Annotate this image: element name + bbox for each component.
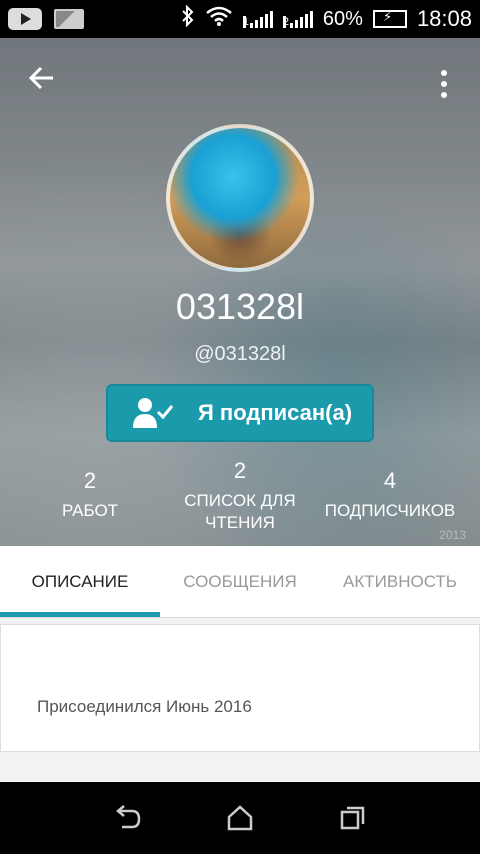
stat-label: РАБОТ [61, 501, 119, 520]
profile-header: 031328l @031328l Я подписан(а) 2 РАБОТ 2… [0, 38, 480, 546]
sim1-label: 1 [242, 16, 250, 28]
profile-tabs: ОПИСАНИЕ СООБЩЕНИЯ АКТИВНОСТЬ [0, 546, 480, 618]
back-button[interactable] [22, 62, 62, 102]
about-card: Присоединился Июнь 2016 [0, 624, 480, 752]
signal-icon: 1 [242, 10, 273, 28]
username-handle: @031328l [194, 343, 286, 365]
arrow-left-icon [28, 66, 53, 90]
battery-charging-icon [372, 9, 407, 28]
nav-home-button[interactable] [218, 796, 262, 840]
stat-followers[interactable]: 4 ПОДПИСЧИКОВ [310, 468, 470, 522]
photo-watermark: 2013 [439, 528, 466, 542]
following-button[interactable]: Я подписан(а) [106, 384, 374, 442]
more-vertical-icon [441, 70, 447, 76]
nav-back-button[interactable] [105, 796, 149, 840]
display-name: 031328l [175, 286, 305, 327]
youtube-icon [8, 8, 42, 30]
tab-description[interactable]: ОПИСАНИЕ [0, 546, 160, 617]
sim2-label: 2 [282, 16, 290, 28]
avatar[interactable] [166, 124, 314, 272]
home-icon [227, 805, 253, 831]
tab-content: Присоединился Июнь 2016 [0, 618, 480, 782]
stat-label: СПИСОК ДЛЯ ЧТЕНИЯ [184, 491, 296, 532]
stat-value: 2 [233, 458, 247, 483]
following-label: Я подписан(а) [198, 400, 353, 425]
tab-activity[interactable]: АКТИВНОСТЬ [320, 546, 480, 617]
back-nav-icon [115, 805, 140, 829]
recent-apps-icon [341, 806, 365, 830]
tab-messages[interactable]: СООБЩЕНИЯ [160, 546, 320, 617]
status-bar: 1 2 60% 18:08 [0, 0, 480, 38]
image-icon [54, 9, 84, 29]
stat-label: ПОДПИСЧИКОВ [324, 501, 456, 520]
clock: 18:08 [416, 6, 472, 31]
wifi-icon [205, 5, 233, 33]
battery-percent: 60% [322, 7, 363, 30]
system-nav-bar [0, 782, 480, 854]
stat-reading-list[interactable]: 2 СПИСОК ДЛЯ ЧТЕНИЯ [160, 458, 320, 534]
nav-recent-button[interactable] [331, 796, 375, 840]
stat-value: 2 [83, 468, 97, 493]
signal-icon: 2 [282, 10, 313, 28]
person-check-icon [108, 386, 198, 440]
bluetooth-icon [181, 4, 195, 33]
stat-value: 4 [383, 468, 397, 493]
joined-date: Присоединился Июнь 2016 [37, 697, 252, 716]
stat-works[interactable]: 2 РАБОТ [10, 468, 170, 522]
more-options-button[interactable] [432, 64, 456, 104]
